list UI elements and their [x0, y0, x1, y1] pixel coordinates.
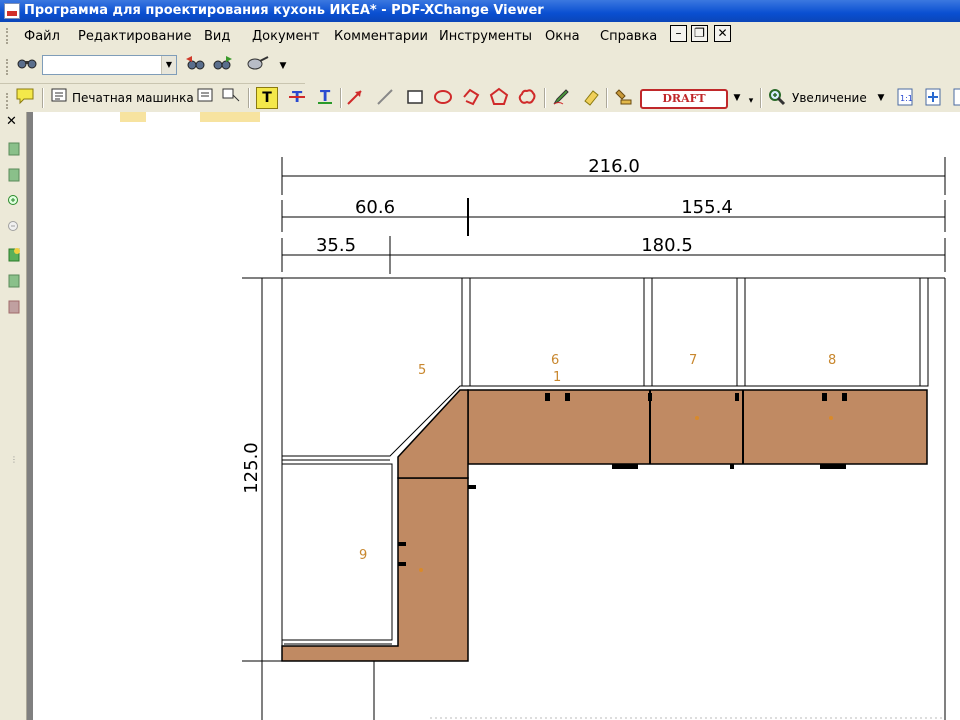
mdi-minimize-button[interactable]: –	[670, 25, 687, 42]
cabinet-label-5: 5	[418, 363, 426, 378]
document-view[interactable]: 216.0 60.6 155.4 35.5 180.5 125.0 5 6 1 …	[27, 112, 960, 720]
svg-text:1:1: 1:1	[900, 94, 913, 103]
cabinet-label-8: 8	[828, 353, 836, 368]
comment-toolbar: Печатная машинка T T T DRAFT ▼	[0, 84, 960, 113]
panel-splitter-grip[interactable]: ⋮	[6, 452, 22, 468]
highlight-text-icon[interactable]: T	[256, 87, 278, 109]
bookmark-green-icon[interactable]	[6, 142, 22, 158]
header-decor	[200, 112, 260, 122]
zoom-icon[interactable]	[766, 87, 788, 109]
menu-document[interactable]: Документ	[252, 28, 320, 46]
text-box-icon[interactable]	[194, 87, 216, 109]
menu-comments[interactable]: Комментарии	[334, 28, 428, 46]
oval-tool-icon[interactable]	[432, 87, 454, 109]
zoom-label[interactable]: Увеличение	[792, 89, 867, 107]
fit-width-icon[interactable]	[948, 87, 960, 109]
bookmark-green-icon[interactable]	[6, 274, 22, 290]
toolbar-separator	[248, 88, 250, 108]
window-title: Программа для проектирования кухонь ИКЕА…	[24, 3, 544, 18]
menu-bar: Файл Редактирование Вид Документ Коммент…	[0, 22, 960, 50]
toolbar-grip	[6, 59, 12, 75]
countertop-left-run	[281, 477, 469, 662]
pdf-page: 216.0 60.6 155.4 35.5 180.5 125.0 5 6 1 …	[33, 112, 960, 720]
toolbar-separator	[544, 88, 546, 108]
dim-seg-a-left: 60.6	[355, 197, 395, 218]
sticky-note-icon[interactable]	[14, 87, 36, 109]
typewriter-label[interactable]: Печатная машинка	[72, 89, 194, 107]
bookmark-delete-icon[interactable]	[6, 300, 22, 316]
arrow-tool-icon[interactable]	[344, 87, 366, 109]
bookmark-add-icon[interactable]	[6, 248, 22, 264]
menu-view[interactable]: Вид	[204, 28, 230, 46]
cabinet-label-6: 6	[551, 353, 559, 368]
dim-seg-a-right: 155.4	[681, 197, 733, 218]
zoom-out-icon[interactable]	[6, 220, 22, 236]
polyline-tool-icon[interactable]	[460, 87, 482, 109]
search-dropdown-arrow[interactable]: ▼	[161, 56, 176, 74]
menu-file[interactable]: Файл	[24, 28, 60, 46]
polygon-tool-icon[interactable]	[488, 87, 510, 109]
find-next-icon[interactable]	[212, 55, 234, 77]
menu-windows[interactable]: Окна	[545, 28, 580, 46]
stamp-draft-preview[interactable]: DRAFT	[640, 89, 728, 109]
callout-icon[interactable]	[220, 87, 242, 109]
chevron-down-icon[interactable]: ▼	[272, 55, 294, 77]
cabinet-outlines	[281, 277, 929, 661]
search-input[interactable]: ▼	[42, 55, 177, 75]
kitchen-plan-drawing: 216.0 60.6 155.4 35.5 180.5 125.0 5 6 1 …	[120, 112, 946, 720]
fit-page-icon[interactable]	[922, 87, 944, 109]
find-previous-icon[interactable]	[184, 55, 206, 77]
cabinet-label-1: 1	[553, 370, 561, 385]
countertops	[281, 389, 928, 662]
toolbar-separator	[340, 88, 342, 108]
dim-height: 125.0	[241, 442, 262, 494]
dim-seg-b-right: 180.5	[641, 235, 693, 256]
toolbar-separator	[42, 88, 44, 108]
close-panel-icon[interactable]: ✕	[6, 114, 17, 129]
menubar-grip	[6, 28, 12, 44]
bookmark-green-icon[interactable]	[6, 168, 22, 184]
window-title-bar: Программа для проектирования кухонь ИКЕА…	[0, 0, 960, 22]
countertop-top-run	[467, 389, 928, 465]
cabinet-label-7: 7	[689, 353, 697, 368]
cabinet-label-9: 9	[359, 548, 367, 563]
dim-seg-b-left: 35.5	[316, 235, 356, 256]
app-icon	[4, 3, 20, 19]
mdi-restore-button[interactable]: ❐	[691, 25, 708, 42]
highlight-search-icon[interactable]	[246, 55, 269, 77]
strikeout-text-icon[interactable]: T	[286, 87, 308, 109]
menu-tools[interactable]: Инструменты	[439, 28, 532, 46]
chevron-down-icon[interactable]: ▼	[870, 87, 892, 109]
eraser-tool-icon[interactable]	[580, 87, 602, 109]
toolbar-separator	[606, 88, 608, 108]
menu-help[interactable]: Справка	[600, 28, 657, 46]
pencil-tool-icon[interactable]	[550, 87, 572, 109]
dim-total-width: 216.0	[588, 156, 640, 177]
typewriter-icon[interactable]	[48, 87, 70, 109]
line-tool-icon[interactable]	[374, 87, 396, 109]
actual-size-icon[interactable]: 1:1	[894, 87, 916, 109]
stamp-tool-icon[interactable]	[612, 87, 634, 109]
binoculars-icon[interactable]	[16, 55, 38, 77]
countertop-corner	[397, 389, 469, 479]
mdi-close-button[interactable]: ✕	[714, 25, 731, 42]
toolbar-overflow-icon[interactable]: ▾	[740, 90, 762, 112]
cloud-tool-icon[interactable]	[516, 87, 538, 109]
header-decor	[120, 112, 146, 122]
navigation-panel: ✕ ⋮	[0, 112, 27, 720]
toolbar-grip	[6, 93, 12, 109]
underline-text-icon[interactable]: T	[314, 87, 336, 109]
menu-edit[interactable]: Редактирование	[78, 28, 191, 46]
zoom-in-icon[interactable]	[6, 194, 22, 210]
rectangle-tool-icon[interactable]	[404, 87, 426, 109]
toolbar-separator	[760, 88, 762, 108]
find-toolbar: ▼ ▼	[0, 50, 305, 84]
